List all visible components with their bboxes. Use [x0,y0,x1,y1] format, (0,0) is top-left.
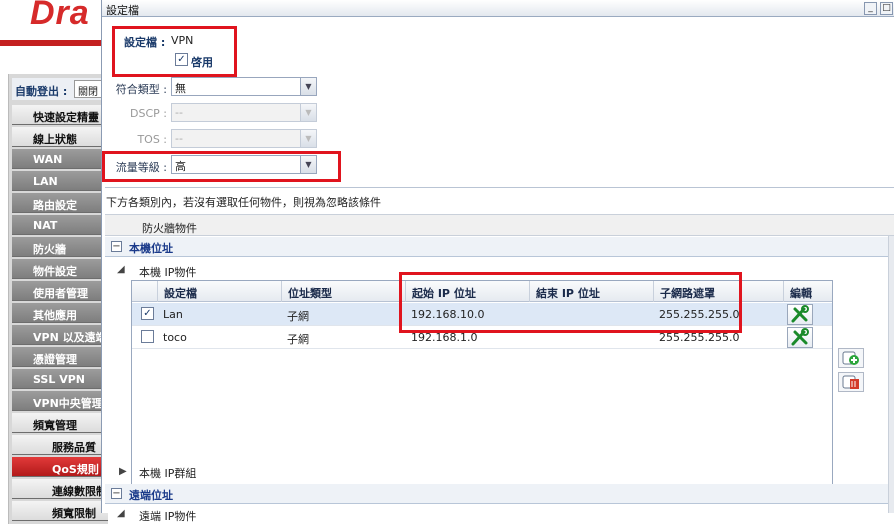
sidebar-item[interactable]: 憑證管理 [12,347,108,367]
sidebar-item[interactable]: 使用者管理 [12,281,108,301]
object-list-header: 防火牆物件 [105,214,894,236]
dscp-label: DSCP : [130,107,167,120]
enable-checkbox[interactable]: ✓ [175,53,188,66]
row-checkbox[interactable]: ✓ [141,307,154,320]
table-row[interactable]: ✓ Lan 子網 192.168.10.0 255.255.255.0 [132,303,832,326]
traffic-class-label: 流量等級 : [115,161,167,174]
row-mask: 255.255.255.0 [659,308,740,321]
sidebar-item[interactable]: VPN 以及遠端 [12,325,108,345]
row-checkbox[interactable] [141,330,154,343]
grid-header-profile[interactable]: 設定檔 [158,281,282,302]
match-type-value: 無 [175,82,186,95]
grid-header-start-ip[interactable]: 起始 IP 位址 [406,281,530,302]
profile-value: VPN [171,34,194,47]
wrench-screwdriver-icon [791,305,809,323]
sidebar-item[interactable]: 路由設定 [12,193,108,213]
traffic-class-select[interactable]: 高 ▼ [171,155,317,174]
collapse-icon[interactable]: − [111,488,122,499]
sidebar-item[interactable]: WAN [12,149,108,169]
row-start-ip: 192.168.10.0 [411,308,485,321]
object-list-header-label: 防火牆物件 [142,222,197,235]
sidebar-item[interactable]: 防火牆 [12,237,108,257]
delete-object-button[interactable] [838,372,864,392]
chevron-down-icon: ▼ [300,156,316,173]
sidebar-item[interactable]: SSL VPN [12,369,108,389]
maximize-button[interactable]: □ [880,2,893,15]
local-address-title: 本機位址 [129,242,173,255]
ip-object-grid: 設定檔 位址類型 起始 IP 位址 結束 IP 位址 子網路遮罩 編輯 ✓ La… [131,280,833,488]
sidebar-item[interactable]: 服務品質 [12,435,108,455]
minimize-button[interactable]: _ [864,2,877,15]
brand-logo: Dra [30,0,90,32]
row-start-ip: 192.168.1.0 [411,331,478,344]
local-ip-group-label: 本機 IP群組 [139,467,197,480]
sidebar-item[interactable]: 連線數限制 [12,479,108,499]
sidebar-item[interactable]: QoS規則 [12,457,108,477]
edit-button[interactable] [787,327,813,348]
chevron-down-icon: ▼ [300,130,316,147]
grid-header: 設定檔 位址類型 起始 IP 位址 結束 IP 位址 子網路遮罩 編輯 [132,281,832,302]
brand-bar [0,40,110,46]
tos-label: TOS : [137,133,167,146]
grid-header-edit: 編輯 [790,287,812,300]
sidebar-item[interactable]: NAT [12,215,108,235]
remote-address-section[interactable]: − 遠端位址 [105,484,890,504]
profile-label: 設定檔 : [124,36,166,49]
row-type: 子網 [287,333,309,346]
row-mask: 255.255.255.0 [659,331,740,344]
grid-header-end-ip[interactable]: 結束 IP 位址 [530,281,654,302]
filter-note: 下方各類別內，若沒有選取任何物件，則視為忽略該條件 [106,196,381,209]
delete-object-icon [842,375,859,389]
auto-logout-label: 自動登出 : [15,85,68,98]
enable-label: 啓用 [191,56,213,69]
grid-header-type[interactable]: 位址類型 [282,281,406,302]
traffic-class-value: 高 [175,160,186,173]
vertical-scrollbar[interactable] [888,236,894,513]
grid-header-select [132,281,158,302]
sidebar-item[interactable]: 快速設定精靈 [12,105,108,125]
auto-logout: 自動登出 : 關閉 [12,78,114,100]
remote-ip-object-label: 遠端 IP物件 [139,510,197,523]
local-ip-object-label: 本機 IP物件 [139,266,197,279]
sidebar-item[interactable]: 頻寬限制 [12,501,108,521]
divider [105,187,894,188]
sidebar-item[interactable]: 頻寬管理 [12,413,108,433]
wrench-screwdriver-icon [791,328,809,346]
grid-header-mask[interactable]: 子網路遮罩 [654,281,784,302]
row-profile: Lan [163,308,183,321]
collapse-icon[interactable]: − [111,241,122,252]
remote-address-title: 遠端位址 [129,489,173,502]
sidebar-item[interactable]: LAN [12,171,108,191]
collapsed-arrow-icon[interactable]: ▶ [119,466,127,477]
local-address-section[interactable]: − 本機位址 [105,237,890,257]
sidebar-item[interactable]: 其他應用 [12,303,108,323]
add-object-icon [842,351,859,365]
tos-value: -- [175,132,183,145]
expanded-arrow-icon[interactable]: ◢ [117,508,125,519]
edit-button[interactable] [787,304,813,325]
sidebar-item[interactable]: 線上狀態 [12,127,108,147]
match-type-label: 符合類型 : [115,83,167,96]
dialog-titlebar: 設定檔 _ □ [102,0,894,17]
dscp-value: -- [175,106,183,119]
row-profile: toco [163,331,187,344]
table-row[interactable]: toco 子網 192.168.1.0 255.255.255.0 [132,326,832,349]
sidebar-item[interactable]: VPN中央管理 [12,391,108,411]
expanded-arrow-icon[interactable]: ◢ [117,264,125,275]
sidebar-item[interactable]: 物件設定 [12,259,108,279]
profile-dialog: 設定檔 _ □ 設定檔 : VPN ✓ 啓用 符合類型 : 無 ▼ DSCP :… [101,0,894,523]
chevron-down-icon: ▼ [300,78,316,95]
row-type: 子網 [287,310,309,323]
chevron-down-icon: ▼ [300,104,316,121]
add-object-button[interactable] [838,348,864,368]
match-type-select[interactable]: 無 ▼ [171,77,317,96]
dscp-select: -- ▼ [171,103,317,122]
dialog-title: 設定檔 [106,4,139,17]
tos-select: -- ▼ [171,129,317,148]
